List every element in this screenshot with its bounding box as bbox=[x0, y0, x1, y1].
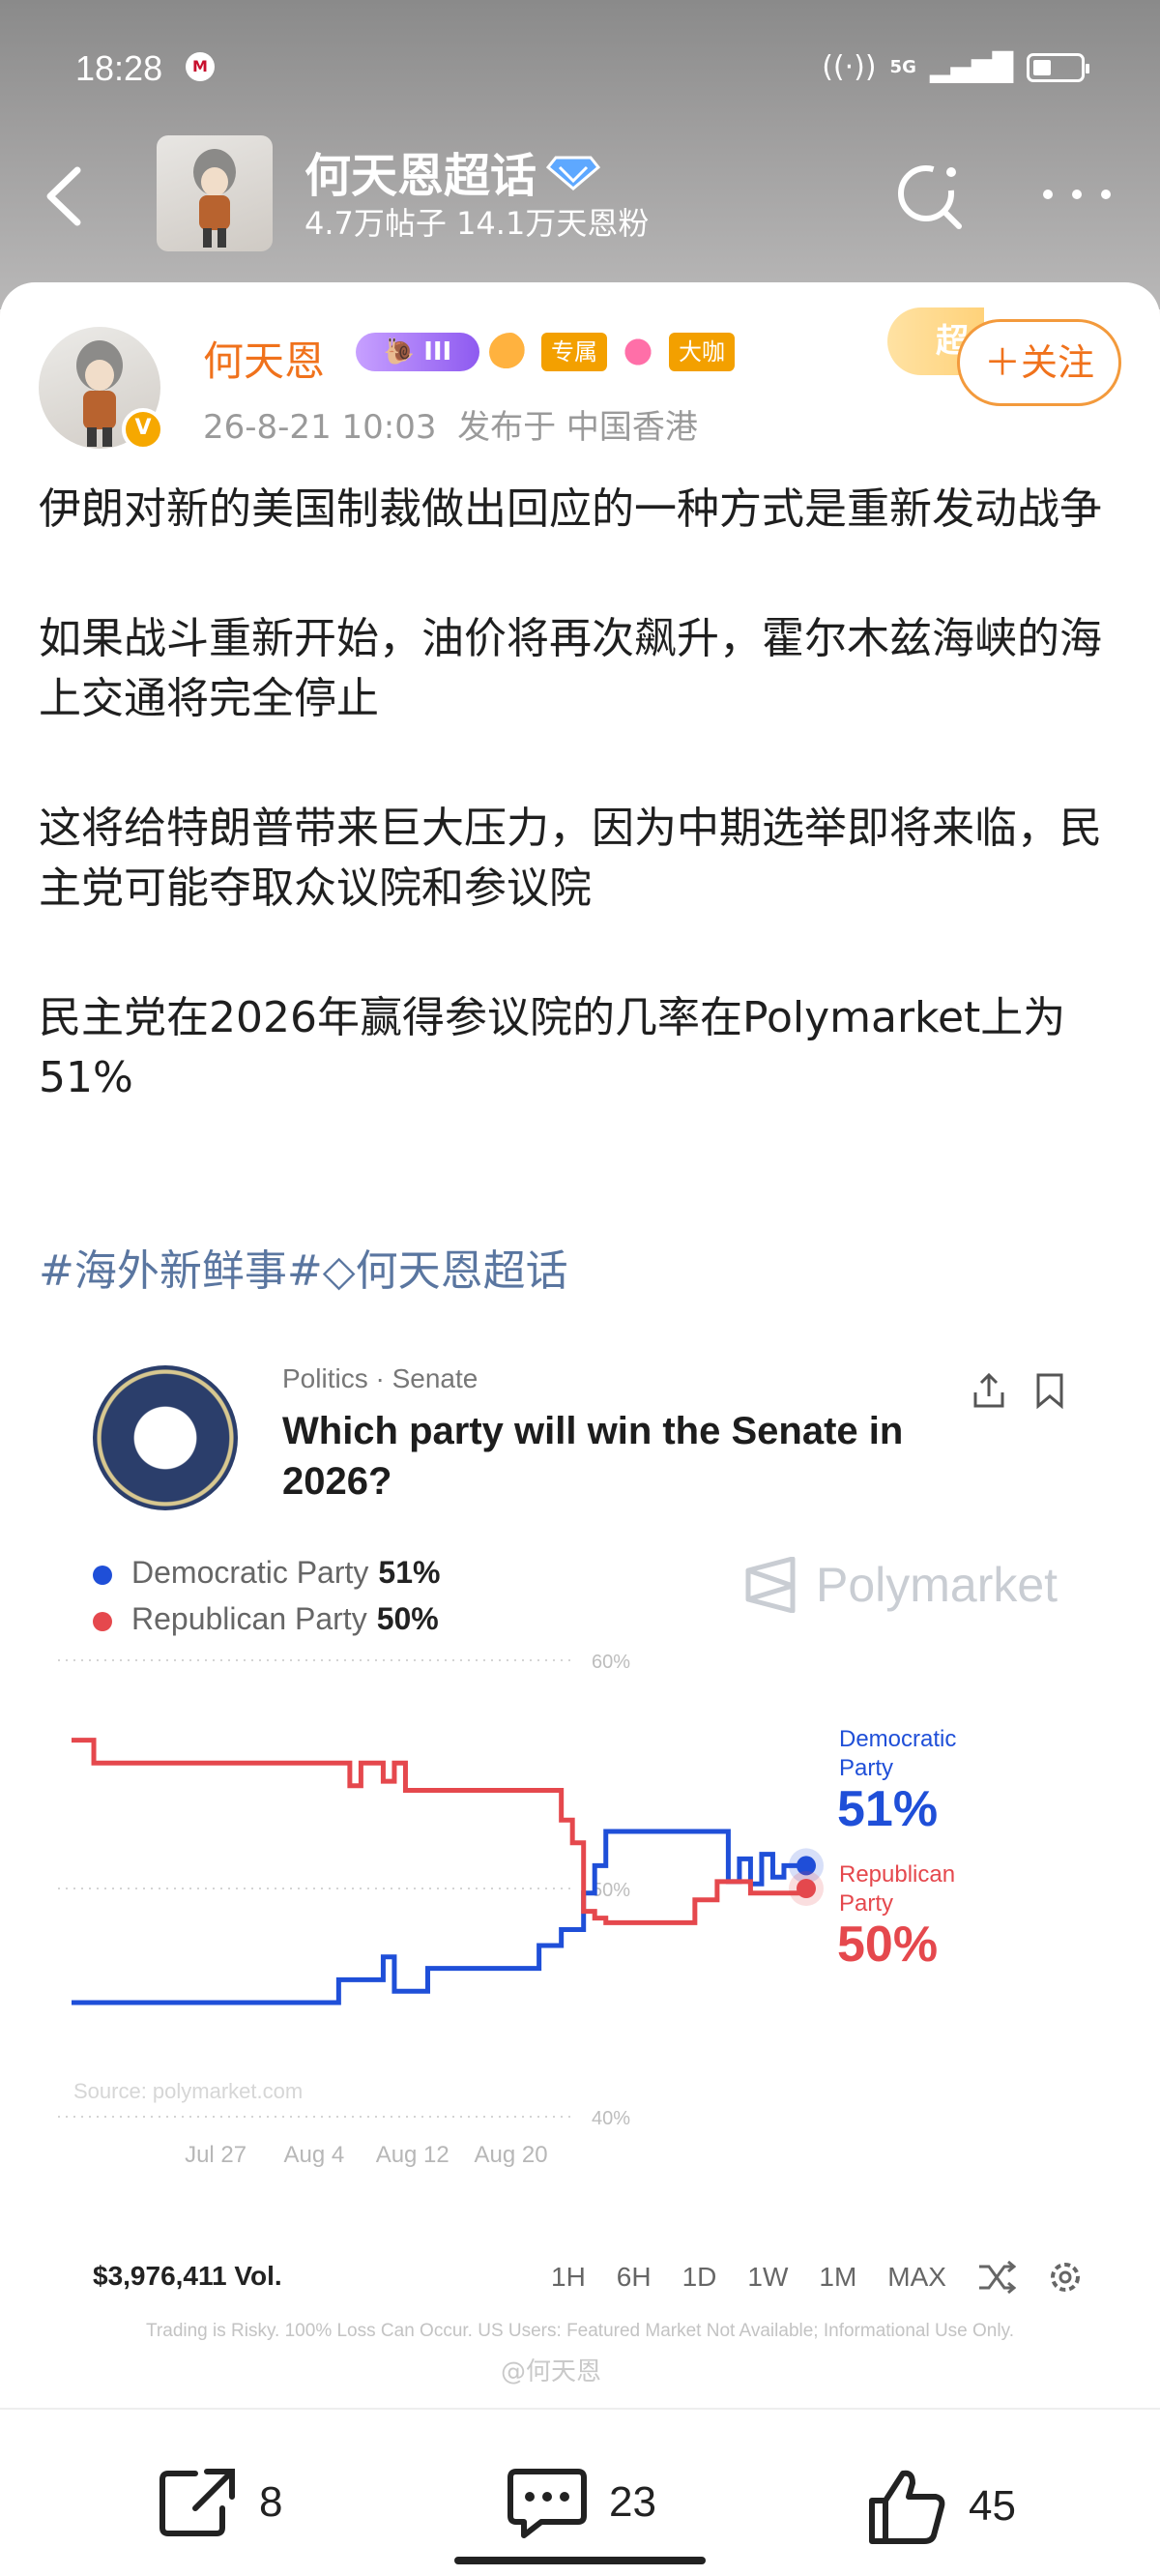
comment-count: 23 bbox=[609, 2478, 656, 2526]
post-location: 发布于 中国香港 bbox=[457, 408, 698, 447]
range-6h: 6H bbox=[616, 2262, 652, 2292]
status-bar: 18:28 M ((·)) 5G ▂▄▆█ bbox=[0, 39, 1160, 97]
market-question: Which party will win the Senate in 2026? bbox=[282, 1410, 904, 1503]
end-label-value: 51% bbox=[837, 1781, 938, 1837]
bigcoffee-tag: 大咖 bbox=[669, 333, 735, 371]
weibo-watermark: @何天恩 bbox=[501, 2357, 602, 2386]
action-bar: 8 23 45 bbox=[0, 2408, 1160, 2576]
status-time: 18:28 bbox=[75, 48, 163, 88]
comment-icon bbox=[508, 2469, 587, 2538]
topic-stats: 4.7万帖子 14.1万天恩粉 bbox=[304, 205, 650, 242]
home-indicator bbox=[454, 2557, 706, 2564]
topic-title: 何天恩超话 bbox=[304, 137, 601, 205]
range-1m: 1M bbox=[819, 2262, 857, 2292]
exclusive-tag: 专属 bbox=[541, 333, 607, 371]
share-icon bbox=[160, 2469, 235, 2536]
range-max: MAX bbox=[887, 2262, 946, 2292]
end-label-value: 50% bbox=[837, 1917, 938, 1973]
post-paragraph: 伊朗对新的美国制裁做出回应的一种方式是重新发动战争 bbox=[39, 484, 1102, 534]
legend-dot-rep bbox=[93, 1611, 112, 1631]
legend-dot-dem bbox=[93, 1565, 112, 1585]
end-label-name-2: Party bbox=[839, 1755, 893, 1781]
range-1w: 1W bbox=[747, 2262, 789, 2292]
legend-dem-value: 51% bbox=[378, 1555, 441, 1590]
follow-button[interactable]: ＋关注 bbox=[957, 319, 1121, 406]
fish-badge-icon bbox=[489, 333, 532, 371]
range-1h: 1H bbox=[551, 2262, 586, 2292]
polymarket-logo-icon bbox=[745, 1557, 796, 1613]
price-chart: 60% 50% 40% Jul 27 Aug 4 Aug 12 Aug 20 Source: … bbox=[58, 1652, 956, 2168]
y-tick-label: 60% bbox=[592, 1652, 630, 1673]
shuffle-icon bbox=[978, 2261, 1016, 2294]
status-icons: ((·)) 5G ▂▄▆█ bbox=[822, 50, 1089, 84]
x-tick-label: Jul 27 bbox=[185, 2142, 246, 2168]
range-selector: 1H 6H 1D 1W 1M MAX bbox=[551, 2259, 1084, 2296]
share-upload-icon bbox=[973, 1372, 1004, 1408]
market-volume: $3,976,411 Vol. bbox=[93, 2261, 282, 2291]
verified-badge-icon: V bbox=[122, 408, 164, 451]
end-label-name-2: Party bbox=[839, 1890, 893, 1917]
legend-democratic: Democratic Party 51% bbox=[93, 1555, 440, 1591]
x-tick-label: Aug 4 bbox=[284, 2142, 345, 2168]
topic-title-text: 何天恩超话 bbox=[304, 149, 537, 203]
hotspot-icon: ((·)) bbox=[822, 50, 877, 84]
post-hashtags[interactable]: #海外新鲜事#◇何天恩超话 bbox=[39, 1236, 568, 1298]
post-timestamp: 26-8-21 10:03 bbox=[203, 408, 437, 447]
legend-rep-value: 50% bbox=[376, 1601, 439, 1636]
signal-icon: ▂▄▆█ bbox=[929, 51, 1013, 83]
back-arrow-icon[interactable] bbox=[39, 162, 97, 230]
author-badges: 🐌 III 专属 大咖 bbox=[356, 333, 735, 371]
like-action[interactable]: 45 bbox=[866, 2466, 1016, 2547]
legend-rep-label: Republican Party bbox=[131, 1601, 367, 1636]
polymarket-brand-text: Polymarket bbox=[816, 1558, 1058, 1612]
share-action[interactable]: 8 bbox=[157, 2466, 282, 2539]
diamond-badge-icon bbox=[617, 333, 659, 371]
polymarket-brand: Polymarket bbox=[744, 1557, 1058, 1613]
post-paragraph: 如果战斗重新开始，油价将再次飙升，霍尔木兹海峡的海上交通将完全停止 bbox=[39, 614, 1102, 723]
carrier-logo-icon: M bbox=[186, 52, 215, 81]
x-tick-label: Aug 12 bbox=[376, 2142, 450, 2168]
level-badge: 🐌 III bbox=[356, 333, 479, 371]
comment-action[interactable]: 23 bbox=[507, 2466, 656, 2539]
legend-dem-label: Democratic Party bbox=[131, 1555, 369, 1590]
y-tick-label: 40% bbox=[592, 2108, 630, 2129]
post-body: 伊朗对新的美国制裁做出回应的一种方式是重新发动战争 如果战斗重新开始，油价将再次… bbox=[39, 480, 1131, 1178]
settings-gear-icon bbox=[1050, 2263, 1080, 2292]
share-count: 8 bbox=[259, 2478, 283, 2526]
market-category: Politics · Senate bbox=[282, 1363, 478, 1393]
topic-avatar[interactable] bbox=[157, 135, 273, 251]
legend-republican: Republican Party 50% bbox=[93, 1601, 439, 1637]
level-badge-text: III bbox=[423, 337, 452, 366]
network-label: 5G bbox=[889, 57, 916, 77]
source-note: Source: polymarket.com bbox=[73, 2079, 303, 2103]
x-tick-label: Aug 20 bbox=[475, 2142, 548, 2168]
diamond-verified-icon bbox=[546, 156, 601, 190]
like-thumb-icon bbox=[869, 2470, 945, 2544]
end-label-name: Republican bbox=[839, 1861, 955, 1888]
like-count: 45 bbox=[969, 2482, 1016, 2530]
top-bar: 何天恩超话 4.7万帖子 14.1万天恩粉 bbox=[0, 133, 1160, 259]
embedded-screenshot[interactable]: Politics · Senate Which party will win t… bbox=[39, 1325, 1121, 2388]
series-end-halo bbox=[789, 1871, 824, 1906]
post-paragraph: 这将给特朗普带来巨大压力，因为中期选举即将来临，民主党可能夺取众议院和参议院 bbox=[39, 804, 1102, 913]
trading-disclaimer: Trading is Risky. 100% Loss Can Occur. U… bbox=[146, 2321, 1014, 2341]
y-tick-label: 50% bbox=[592, 1880, 630, 1901]
post-paragraph: 民主党在2026年赢得参议院的几率在Polymarket上为51% bbox=[39, 993, 1066, 1102]
end-label-name: Democratic bbox=[839, 1726, 956, 1752]
range-1d: 1D bbox=[682, 2262, 717, 2292]
search-refresh-icon[interactable] bbox=[893, 157, 967, 230]
more-dots-icon[interactable] bbox=[1038, 180, 1116, 209]
author-name[interactable]: 何天恩 bbox=[203, 329, 325, 388]
senate-seal-icon bbox=[93, 1365, 238, 1510]
bookmark-icon bbox=[1036, 1373, 1063, 1410]
post-meta: 26-8-21 10:03 发布于 中国香港 bbox=[203, 400, 698, 448]
battery-icon bbox=[1027, 52, 1089, 82]
